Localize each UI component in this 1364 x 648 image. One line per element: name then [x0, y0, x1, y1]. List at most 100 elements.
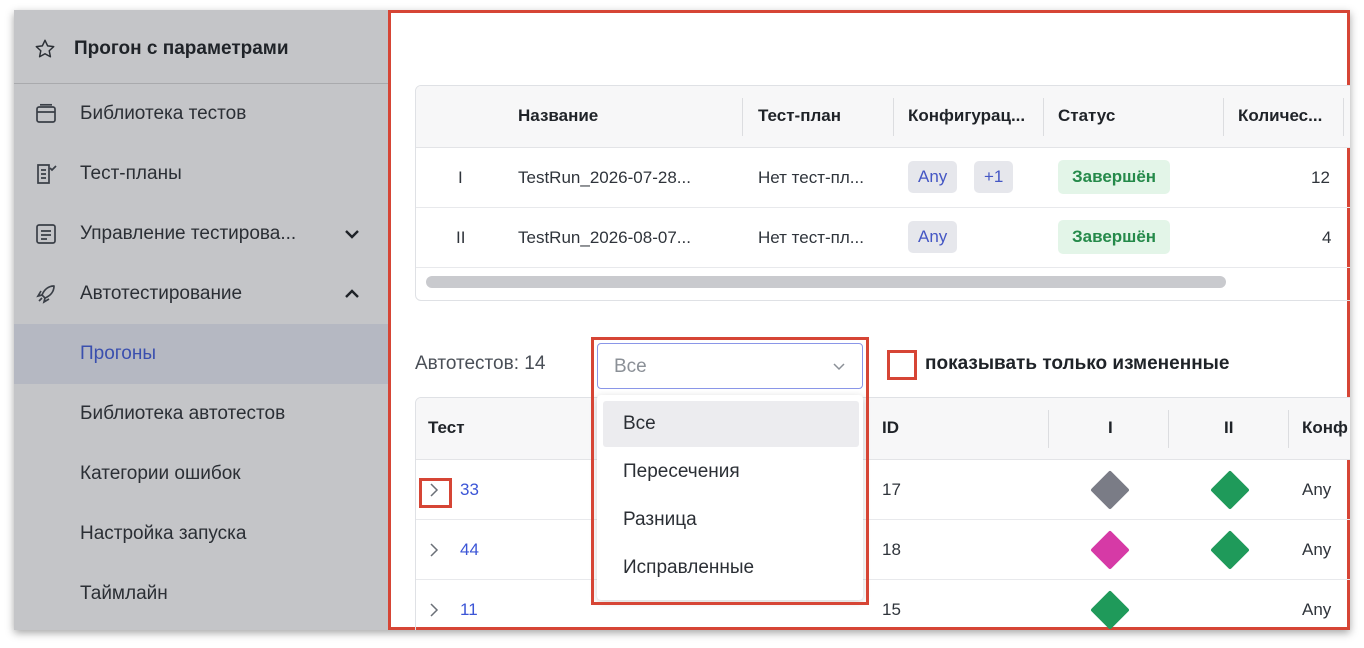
column-header-configuration[interactable]: Конфигурац... [908, 106, 1025, 126]
run-name: TestRun_2026-08-07... [518, 228, 691, 247]
app-window: Прогон с параметрами Библиотека тестов Т… [14, 10, 1350, 630]
sidebar-item-label: Настройка запуска [80, 523, 247, 544]
column-divider [1223, 98, 1224, 136]
run-2-status-diamond[interactable] [1210, 530, 1250, 570]
only-changed-checkbox[interactable] [887, 350, 917, 380]
test-link[interactable]: 33 [460, 480, 479, 500]
chevron-right-icon[interactable] [424, 600, 444, 620]
column-header-count[interactable]: Количес... [1238, 106, 1322, 126]
sidebar-item-error-categories[interactable]: Категории ошибок [14, 444, 388, 504]
chevron-right-icon[interactable] [424, 480, 444, 500]
run-count: 12 [1311, 168, 1330, 187]
table-row[interactable]: 33 17 Any [416, 460, 1350, 520]
run-index: II [456, 228, 466, 247]
status-badge: Завершён [1058, 160, 1171, 194]
option-label: Разница [623, 509, 697, 530]
column-header-test[interactable]: Тест [428, 418, 465, 438]
sidebar-item-launch-settings[interactable]: Настройка запуска [14, 504, 388, 564]
sidebar-item-test-management[interactable]: Управление тестирова... [14, 204, 388, 264]
column-divider [893, 98, 894, 136]
test-id: 17 [882, 480, 901, 499]
dropdown-option-intersections[interactable]: Пересечения [603, 449, 859, 495]
dropdown-option-all[interactable]: Все [603, 401, 859, 447]
test-id: 15 [882, 600, 901, 619]
sidebar-item-runs[interactable]: Прогоны [14, 324, 388, 384]
run-1-status-diamond[interactable] [1090, 530, 1130, 570]
runs-table: Название Тест-план Конфигурац... Статус … [415, 85, 1350, 301]
sidebar: Прогон с параметрами Библиотека тестов Т… [14, 10, 388, 630]
filter-dropdown-menu: Все Пересечения Разница Исправленные [597, 395, 863, 600]
column-header-name[interactable]: Название [518, 106, 598, 126]
chevron-up-icon [345, 289, 359, 298]
run-1-status-diamond[interactable] [1090, 470, 1130, 510]
test-id: 18 [882, 540, 901, 559]
sidebar-item-label: Прогоны [80, 343, 157, 364]
option-label: Пересечения [623, 461, 740, 482]
table-row[interactable]: 11 15 Any [416, 580, 1350, 630]
run-count: 4 [1322, 228, 1332, 247]
column-divider [1043, 98, 1044, 136]
sidebar-item-label: Библиотека тестов [80, 103, 247, 124]
table-header: Тест ID I II Конф [416, 398, 1350, 460]
dropdown-option-fixed[interactable]: Исправленные [603, 545, 859, 591]
select-value: Все [614, 356, 647, 377]
config-tag: Any [908, 221, 958, 253]
column-header-run-1[interactable]: I [1108, 418, 1113, 438]
test-config: Any [1302, 480, 1332, 499]
sidebar-item-test-library[interactable]: Библиотека тестов [14, 84, 388, 144]
sidebar-item-timeline[interactable]: Таймлайн [14, 564, 388, 624]
scrollbar-thumb[interactable] [426, 276, 1226, 288]
chevron-down-icon [833, 363, 845, 371]
rocket-icon [36, 285, 55, 304]
table-header: Название Тест-план Конфигурац... Статус … [416, 86, 1350, 148]
option-label: Исправленные [623, 557, 755, 578]
sidebar-item-label: Управление тестирова... [80, 223, 297, 244]
test-plans-icon [37, 164, 57, 184]
table-row[interactable]: 44 18 Any [416, 520, 1350, 580]
column-divider [1048, 410, 1049, 448]
autotests-count: Автотестов: 14 [415, 353, 546, 374]
sidebar-item-label: Таймлайн [80, 583, 168, 604]
column-header-status[interactable]: Статус [1058, 106, 1115, 126]
sidebar-item-label: Автотестирование [80, 283, 243, 304]
option-label: Все [623, 413, 656, 434]
library-icon [36, 103, 56, 123]
column-header-test-plan[interactable]: Тест-план [758, 106, 841, 126]
run-1-status-diamond[interactable] [1090, 590, 1130, 630]
run-test-plan: Нет тест-пл... [758, 168, 864, 187]
sidebar-item-autotest-library[interactable]: Библиотека автотестов [14, 384, 388, 444]
test-link[interactable]: 11 [460, 600, 478, 620]
config-tag: Any [908, 161, 958, 193]
column-divider [1168, 410, 1169, 448]
sidebar-header: Прогон с параметрами [14, 10, 388, 84]
column-header-run-2[interactable]: II [1224, 418, 1233, 438]
tests-table: Тест ID I II Конф 33 17 Any 44 18 Any 11… [415, 397, 1350, 630]
config-more-tag[interactable]: +1 [974, 161, 1014, 193]
column-header-id[interactable]: ID [882, 418, 899, 438]
chevron-right-icon[interactable] [424, 540, 444, 560]
comparison-filter-select[interactable]: Все [597, 343, 863, 389]
column-divider [742, 98, 743, 136]
column-divider [1288, 410, 1289, 448]
table-row[interactable]: II TestRun_2026-08-07... Нет тест-пл... … [416, 208, 1350, 268]
dropdown-option-difference[interactable]: Разница [603, 497, 859, 543]
sidebar-item-test-plans[interactable]: Тест-планы [14, 144, 388, 204]
sidebar-title: Прогон с параметрами [74, 38, 289, 59]
main-content: Название Тест-план Конфигурац... Статус … [388, 10, 1350, 630]
chevron-down-icon [345, 230, 359, 239]
test-config: Any [1302, 540, 1332, 559]
only-changed-label[interactable]: показывать только измененные [925, 353, 1229, 375]
management-icon [36, 224, 56, 244]
column-divider [1343, 98, 1344, 136]
run-index: I [458, 168, 463, 187]
status-badge: Завершён [1058, 220, 1171, 254]
run-2-status-diamond[interactable] [1210, 470, 1250, 510]
test-link[interactable]: 44 [460, 540, 479, 560]
column-header-config[interactable]: Конф [1302, 418, 1348, 438]
horizontal-scrollbar[interactable] [426, 276, 1350, 290]
sidebar-item-autotesting[interactable]: Автотестирование [14, 264, 388, 324]
table-row[interactable]: I TestRun_2026-07-28... Нет тест-пл... A… [416, 148, 1350, 208]
sidebar-item-label: Библиотека автотестов [80, 403, 286, 424]
run-name: TestRun_2026-07-28... [518, 168, 691, 187]
star-icon[interactable] [34, 38, 56, 60]
